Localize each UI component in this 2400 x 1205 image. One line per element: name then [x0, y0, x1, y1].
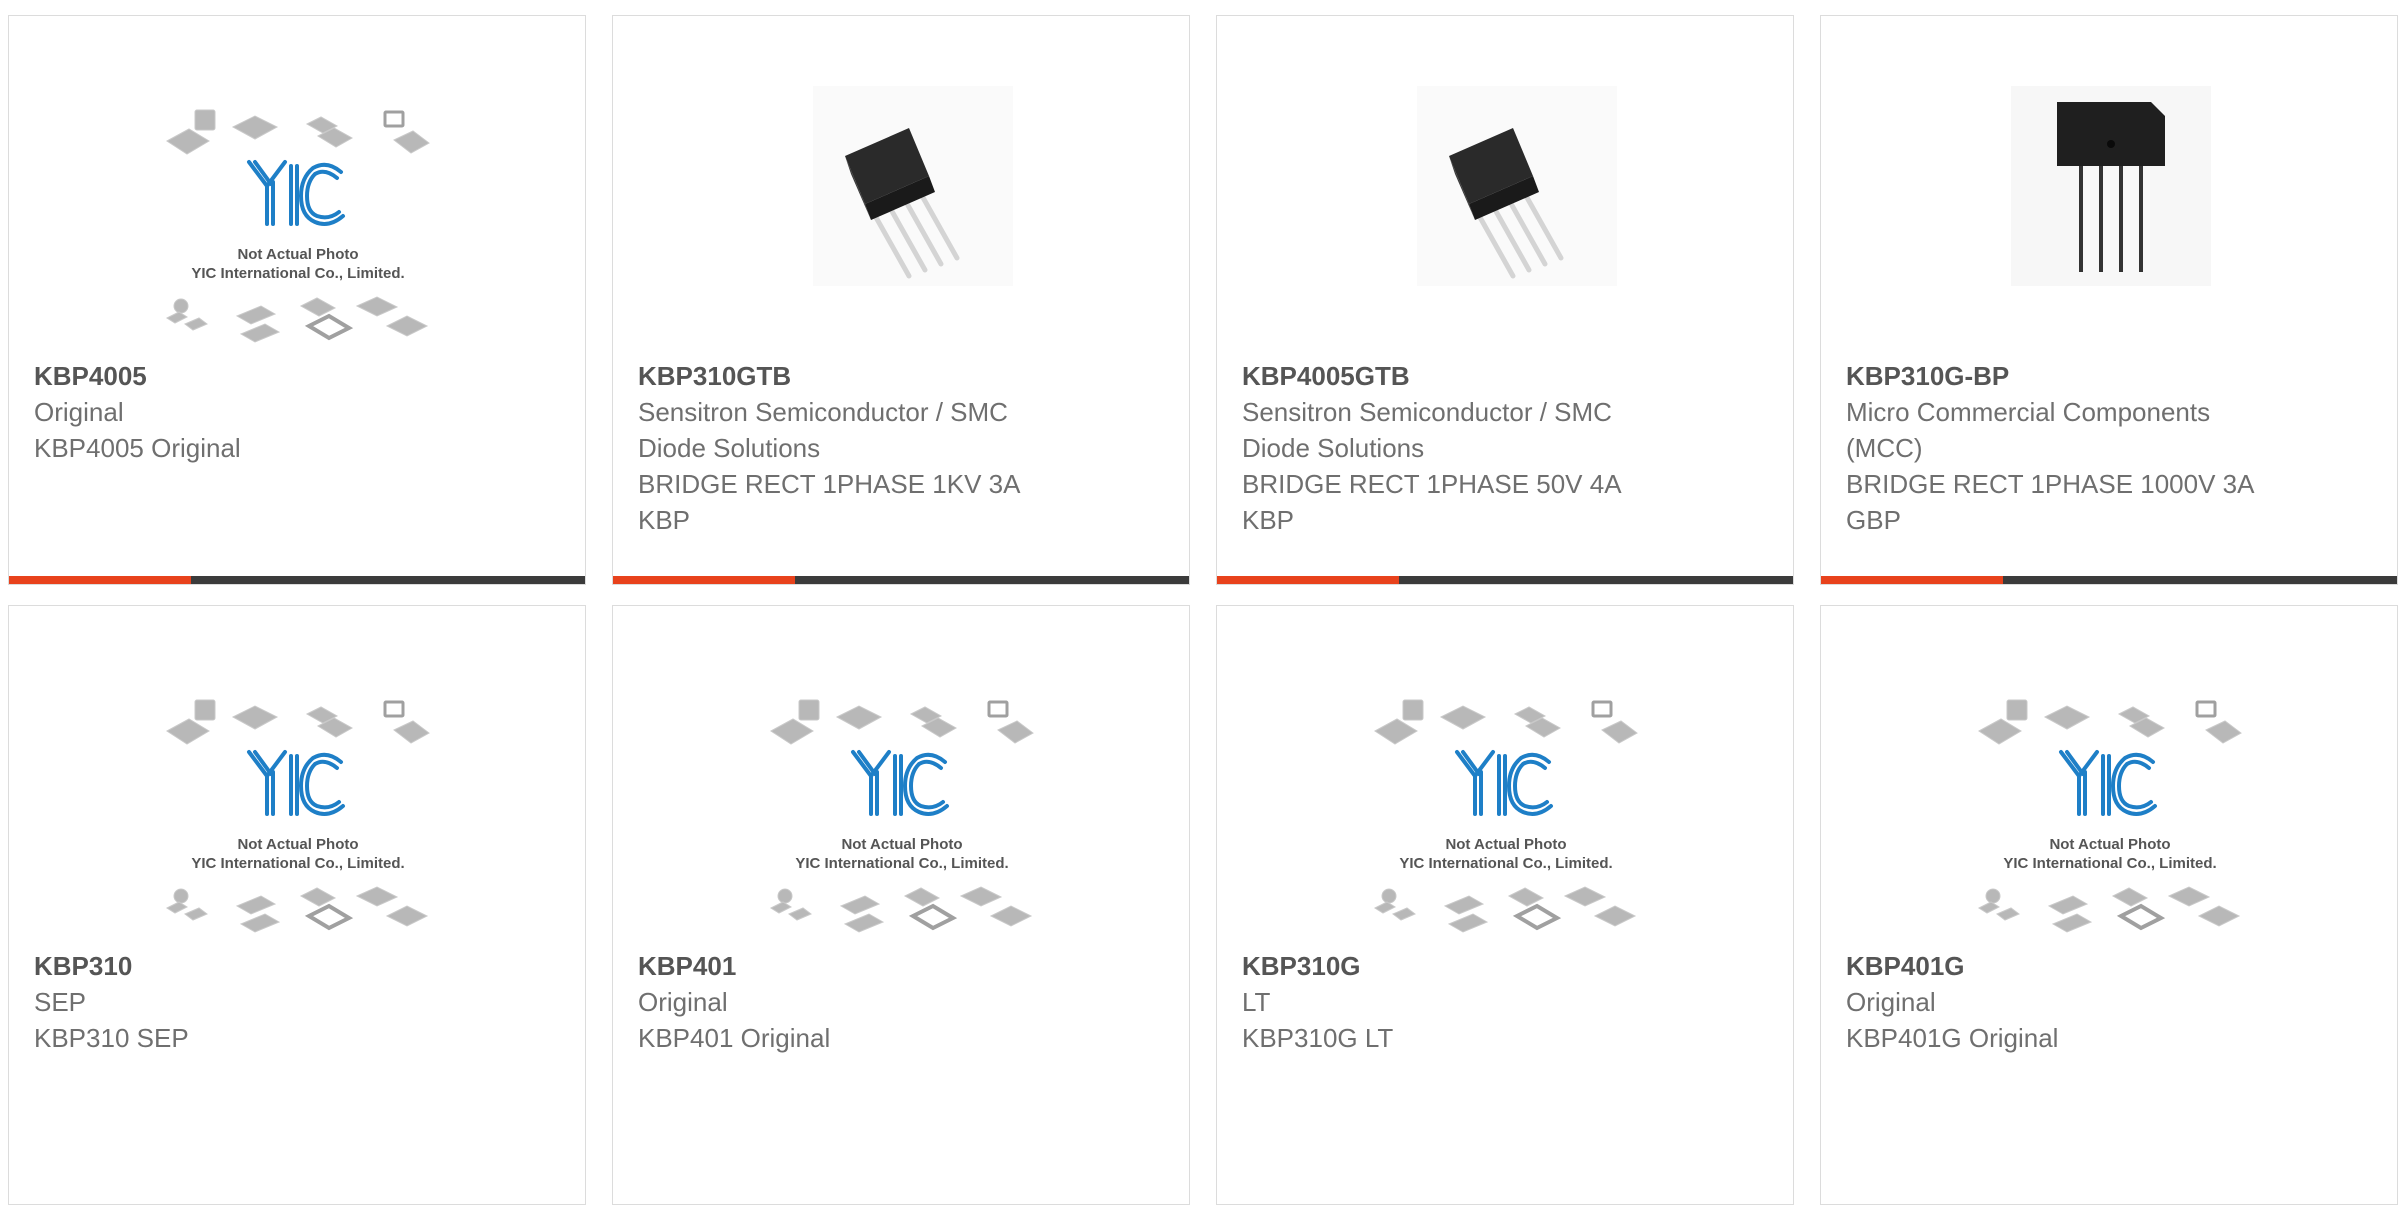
- part-number-link[interactable]: KBP310G-BP: [1846, 358, 2377, 394]
- description: BRIDGE RECT 1PHASE 50V 4A KBP: [1242, 469, 1621, 535]
- svg-text:YIC International Co., Limited: YIC International Co., Limited.: [795, 855, 1008, 872]
- not-actual-photo-placeholder-icon[interactable]: Not Actual Photo YIC International Co., …: [1217, 606, 1793, 946]
- manufacturer: Micro Commercial Components (MCC): [1846, 397, 2211, 463]
- card-accent-bar: [9, 576, 191, 584]
- product-card[interactable]: Not Actual Photo YIC International Co., …: [8, 605, 586, 1205]
- product-image[interactable]: [613, 16, 1189, 356]
- product-info: KBP401 Original KBP401 Original: [638, 948, 1169, 1056]
- svg-text:YIC International Co., Limited: YIC International Co., Limited.: [2003, 855, 2216, 872]
- svg-text:Not Actual Photo: Not Actual Photo: [1445, 836, 1566, 853]
- description: KBP401G Original: [1846, 1023, 2059, 1053]
- description: BRIDGE RECT 1PHASE 1000V 3A GBP: [1846, 469, 2254, 535]
- product-info: KBP310G LT KBP310G LT: [1242, 948, 1773, 1056]
- product-card[interactable]: KBP4005GTB Sensitron Semiconductor / SMC …: [1216, 15, 1794, 585]
- product-image[interactable]: [1821, 16, 2397, 356]
- svg-text:Not Actual Photo: Not Actual Photo: [237, 246, 358, 263]
- card-bottom-bar: [1217, 576, 1793, 584]
- description: BRIDGE RECT 1PHASE 1KV 3A KBP: [638, 469, 1019, 535]
- part-number-link[interactable]: KBP4005: [34, 358, 565, 394]
- manufacturer: Original: [34, 397, 124, 427]
- part-number-link[interactable]: KBP310G: [1242, 948, 1773, 984]
- description: KBP401 Original: [638, 1023, 831, 1053]
- manufacturer: Sensitron Semiconductor / SMC Diode Solu…: [1242, 397, 1612, 463]
- manufacturer: Original: [1846, 987, 1936, 1017]
- product-info: KBP401G Original KBP401G Original: [1846, 948, 2377, 1056]
- description: KBP310 SEP: [34, 1023, 189, 1053]
- description: KBP4005 Original: [34, 433, 241, 463]
- product-info: KBP4005 Original KBP4005 Original: [34, 358, 565, 466]
- part-number-link[interactable]: KBP310: [34, 948, 565, 984]
- product-card[interactable]: Not Actual Photo YIC International Co., …: [1216, 605, 1794, 1205]
- card-bottom-bar: [613, 576, 1189, 584]
- card-accent-bar: [1821, 576, 2003, 584]
- part-number-link[interactable]: KBP4005GTB: [1242, 358, 1773, 394]
- card-bottom-bar: [9, 576, 585, 584]
- part-number-link[interactable]: KBP310GTB: [638, 358, 1169, 394]
- description: KBP310G LT: [1242, 1023, 1394, 1053]
- product-card[interactable]: Not Actual Photo YIC International Co., …: [8, 15, 586, 585]
- product-info: KBP4005GTB Sensitron Semiconductor / SMC …: [1242, 358, 1773, 538]
- product-card[interactable]: Not Actual Photo YIC International Co., …: [1820, 605, 2398, 1205]
- not-actual-photo-placeholder-icon[interactable]: Not Actual Photo YIC International Co., …: [613, 606, 1189, 946]
- part-number-link[interactable]: KBP401G: [1846, 948, 2377, 984]
- card-accent-bar: [613, 576, 795, 584]
- card-accent-bar: [1217, 576, 1399, 584]
- svg-text:YIC International Co., Limited: YIC International Co., Limited.: [1399, 855, 1612, 872]
- not-actual-photo-placeholder-icon[interactable]: Not Actual Photo YIC International Co., …: [9, 606, 585, 946]
- product-card[interactable]: KBP310G-BP Micro Commercial Components (M…: [1820, 15, 2398, 585]
- manufacturer: Sensitron Semiconductor / SMC Diode Solu…: [638, 397, 1008, 463]
- svg-text:YIC International Co., Limited: YIC International Co., Limited.: [191, 265, 404, 282]
- product-info: KBP310GTB Sensitron Semiconductor / SMC D…: [638, 358, 1169, 538]
- product-image[interactable]: [1217, 16, 1793, 356]
- manufacturer: LT: [1242, 987, 1271, 1017]
- svg-text:Not Actual Photo: Not Actual Photo: [2049, 836, 2170, 853]
- svg-text:Not Actual Photo: Not Actual Photo: [237, 836, 358, 853]
- product-card[interactable]: Not Actual Photo YIC International Co., …: [612, 605, 1190, 1205]
- not-actual-photo-placeholder-icon[interactable]: Not Actual Photo YIC International Co., …: [1821, 606, 2397, 946]
- manufacturer: SEP: [34, 987, 87, 1017]
- product-info: KBP310G-BP Micro Commercial Components (M…: [1846, 358, 2377, 538]
- manufacturer: Original: [638, 987, 728, 1017]
- svg-text:YIC International Co., Limited: YIC International Co., Limited.: [191, 855, 404, 872]
- card-bottom-bar: [1821, 576, 2397, 584]
- part-number-link[interactable]: KBP401: [638, 948, 1169, 984]
- svg-text:Not Actual Photo: Not Actual Photo: [841, 836, 962, 853]
- not-actual-photo-placeholder-icon[interactable]: Not Actual Photo YIC International Co., …: [9, 16, 585, 356]
- product-card[interactable]: KBP310GTB Sensitron Semiconductor / SMC D…: [612, 15, 1190, 585]
- product-info: KBP310 SEP KBP310 SEP: [34, 948, 565, 1056]
